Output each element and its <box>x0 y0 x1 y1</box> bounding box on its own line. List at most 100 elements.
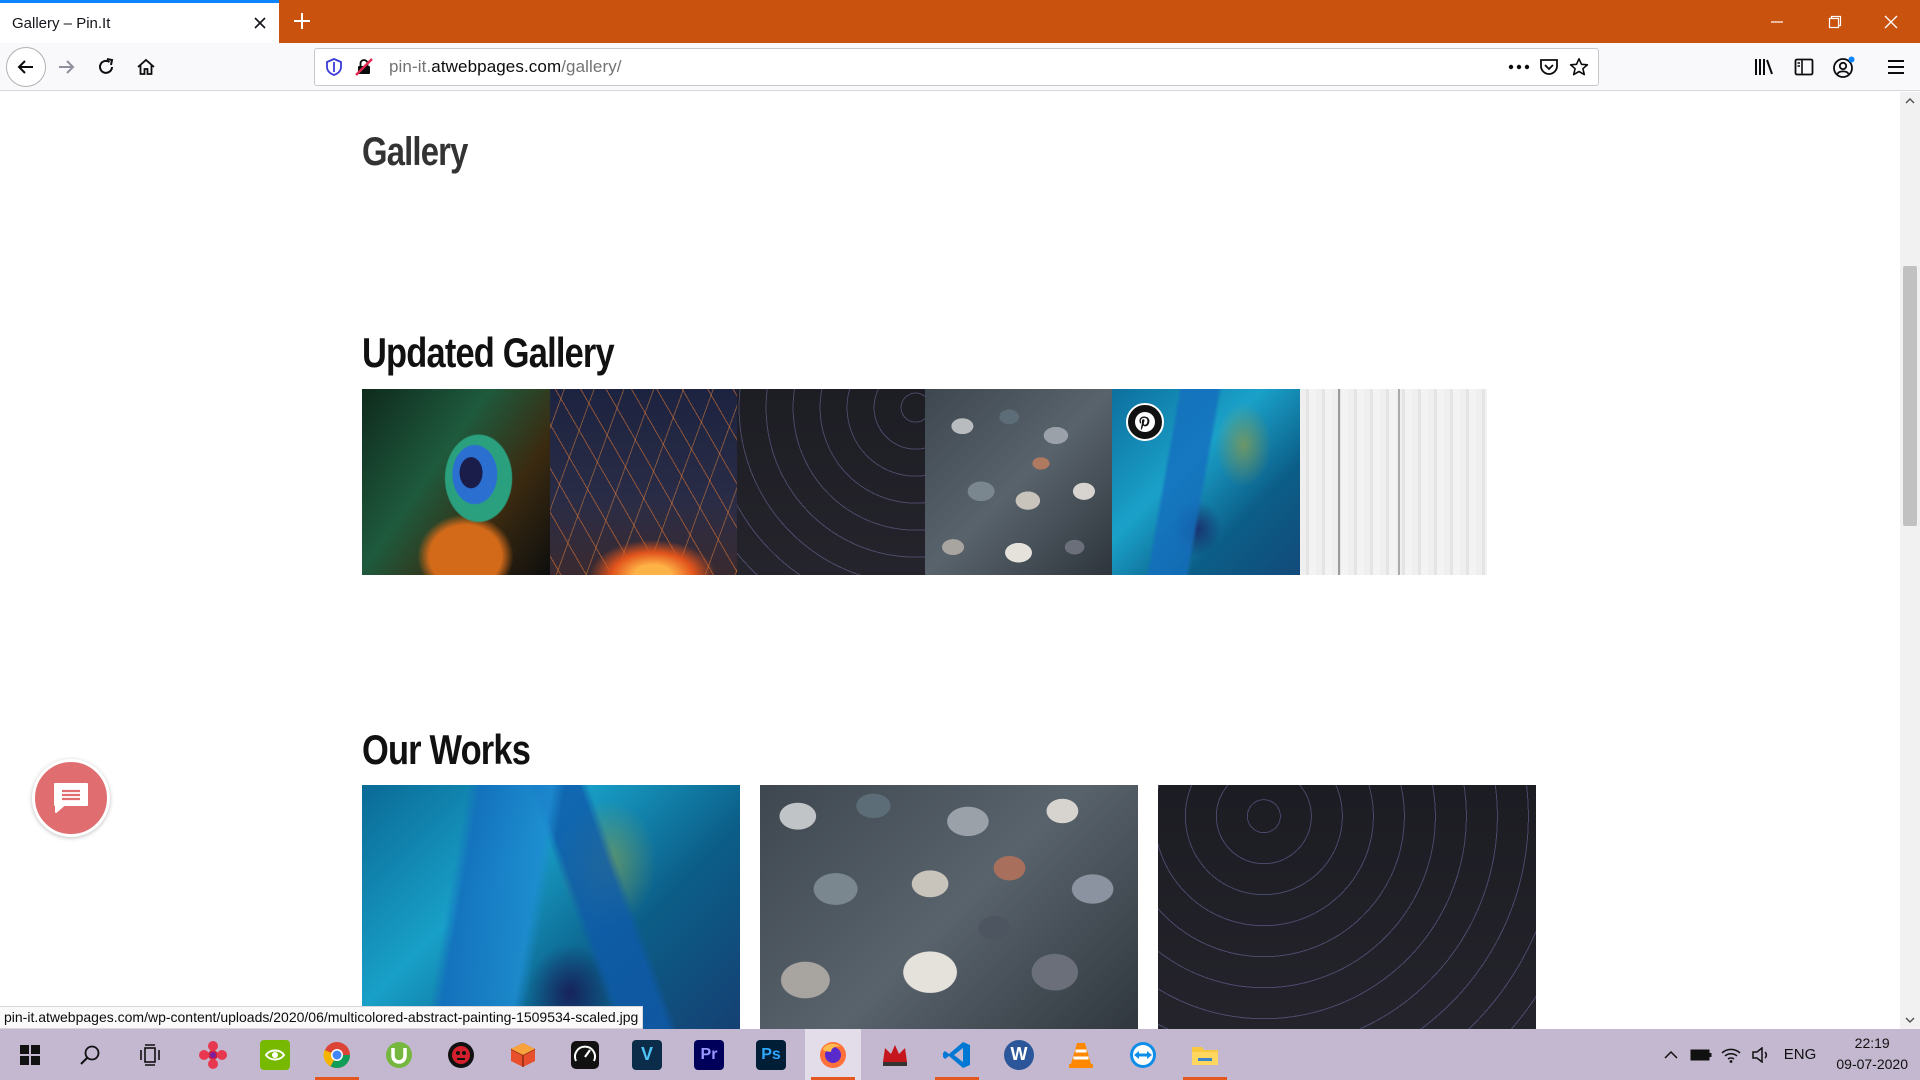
taskbar-firefox[interactable] <box>805 1029 861 1080</box>
chat-bubble-icon <box>54 783 88 813</box>
start-button[interactable] <box>2 1029 58 1080</box>
blue-abstract-painting-image[interactable] <box>1112 389 1300 575</box>
page-actions-icon[interactable] <box>1504 52 1534 82</box>
tab-gallery[interactable]: Gallery – Pin.It <box>0 0 279 43</box>
bookmark-star-icon[interactable] <box>1564 52 1594 82</box>
scroll-up-icon[interactable] <box>1900 92 1920 110</box>
fire-sparks-image[interactable] <box>549 389 737 575</box>
search-icon <box>80 1045 100 1065</box>
chevron-up-icon <box>1664 1050 1678 1059</box>
reload-icon <box>99 58 114 74</box>
taskbar-chrome[interactable] <box>309 1029 365 1080</box>
shield-icon[interactable] <box>319 52 349 82</box>
pebbles-image[interactable] <box>924 389 1112 575</box>
red-crown-app-icon <box>883 1044 907 1066</box>
web-page-content: Gallery Updated Gallery Our Works <box>0 92 1900 1029</box>
chat-button[interactable] <box>32 759 110 837</box>
hamburger-menu-icon <box>1888 60 1904 74</box>
red-flower-app-icon <box>199 1040 227 1069</box>
battery-icon[interactable] <box>1688 1029 1714 1080</box>
volume-icon[interactable] <box>1748 1029 1774 1080</box>
chrome-icon <box>323 1041 351 1068</box>
wifi-icon[interactable] <box>1718 1029 1744 1080</box>
taskbar-file-explorer[interactable] <box>1177 1029 1233 1080</box>
vlc-icon <box>1069 1042 1093 1068</box>
close-window-button[interactable] <box>1862 0 1920 43</box>
minimize-button[interactable] <box>1748 0 1806 43</box>
forward-arrow-icon <box>59 60 75 74</box>
pinterest-save-icon[interactable] <box>1126 403 1164 441</box>
close-tab-icon[interactable] <box>245 8 275 38</box>
taskbar-app-red-flower[interactable] <box>185 1029 241 1080</box>
url-prefix: pin-it. <box>389 57 432 76</box>
taskbar-teamviewer[interactable] <box>1115 1029 1171 1080</box>
search-button[interactable] <box>62 1029 118 1080</box>
star-trails-image[interactable] <box>1158 785 1536 1029</box>
taskbar-photoshop[interactable]: Ps <box>743 1029 799 1080</box>
peacock-feather-image[interactable] <box>362 389 550 575</box>
url-text[interactable]: pin-it.atwebpages.com/gallery/ <box>389 57 1504 77</box>
taskbar-vlc[interactable] <box>1053 1029 1109 1080</box>
pocket-icon[interactable] <box>1534 52 1564 82</box>
taskbar-word[interactable]: W <box>991 1029 1047 1080</box>
taskbar-nvidia[interactable] <box>247 1029 303 1080</box>
vscode-icon <box>943 1041 970 1068</box>
taskbar-app-box[interactable] <box>495 1029 551 1080</box>
forward-button[interactable] <box>48 49 84 85</box>
language-indicator[interactable]: ENG <box>1782 1029 1818 1080</box>
windows-taskbar: V Pr Ps W ENG 22:19 09-07-2020 <box>0 1029 1920 1080</box>
library-icon <box>1755 59 1773 75</box>
sidebar-button[interactable] <box>1786 49 1822 85</box>
sidebar-icon <box>1794 58 1814 76</box>
box-app-icon <box>510 1042 536 1067</box>
home-icon <box>137 58 155 75</box>
vegas-icon: V <box>632 1039 662 1070</box>
account-button[interactable] <box>1826 49 1862 85</box>
pebbles-image[interactable] <box>760 785 1138 1029</box>
taskbar-vscode[interactable] <box>929 1029 985 1080</box>
back-button[interactable] <box>6 47 46 87</box>
updated-gallery-heading: Updated Gallery <box>362 329 615 376</box>
language-label: ENG <box>1783 1046 1817 1063</box>
file-explorer-icon <box>1192 1046 1218 1065</box>
url-bar[interactable]: pin-it.atwebpages.com/gallery/ <box>314 48 1599 86</box>
our-works-grid <box>362 785 1538 1029</box>
photoshop-icon: Ps <box>756 1039 786 1070</box>
firefox-icon <box>820 1041 846 1068</box>
back-arrow-icon <box>17 60 33 74</box>
white-wood-image[interactable] <box>1299 389 1487 575</box>
restore-button[interactable] <box>1806 0 1864 43</box>
menu-button[interactable] <box>1878 49 1914 85</box>
taskbar-utorrent[interactable] <box>371 1029 427 1080</box>
taskbar-app-red-skull[interactable] <box>433 1029 489 1080</box>
task-view-icon <box>140 1043 160 1066</box>
taskbar-vegas[interactable]: V <box>619 1029 675 1080</box>
scroll-down-icon[interactable] <box>1900 1011 1920 1029</box>
browser-title-bar: Gallery – Pin.It <box>0 0 1920 43</box>
home-button[interactable] <box>128 49 164 85</box>
show-hidden-icons-button[interactable] <box>1658 1029 1684 1080</box>
clock-date: 09-07-2020 <box>1836 1056 1908 1072</box>
library-button[interactable] <box>1746 49 1782 85</box>
task-view-button[interactable] <box>122 1029 178 1080</box>
word-icon: W <box>1004 1039 1034 1070</box>
url-path: /gallery/ <box>561 57 622 76</box>
reload-button[interactable] <box>88 49 124 85</box>
page-scrollbar[interactable] <box>1900 92 1920 1029</box>
system-clock[interactable]: 22:19 09-07-2020 <box>1836 1033 1908 1075</box>
tab-title: Gallery – Pin.It <box>12 14 111 32</box>
scrollbar-thumb[interactable] <box>1903 266 1917 526</box>
taskbar-app-red-crown[interactable] <box>867 1029 923 1080</box>
taskbar-premiere[interactable]: Pr <box>681 1029 737 1080</box>
blue-abstract-painting-image[interactable] <box>362 785 740 1029</box>
clock-time: 22:19 <box>1854 1035 1890 1051</box>
url-domain: atwebpages.com <box>431 57 562 76</box>
nvidia-icon <box>260 1039 290 1070</box>
insecure-lock-icon[interactable] <box>349 52 379 82</box>
updated-gallery-strip <box>362 389 1487 575</box>
speedometer-icon <box>571 1040 599 1069</box>
taskbar-speedometer[interactable] <box>557 1029 613 1080</box>
our-works-heading: Our Works <box>362 726 531 773</box>
star-trails-image[interactable] <box>737 389 925 575</box>
new-tab-button[interactable] <box>287 6 317 36</box>
